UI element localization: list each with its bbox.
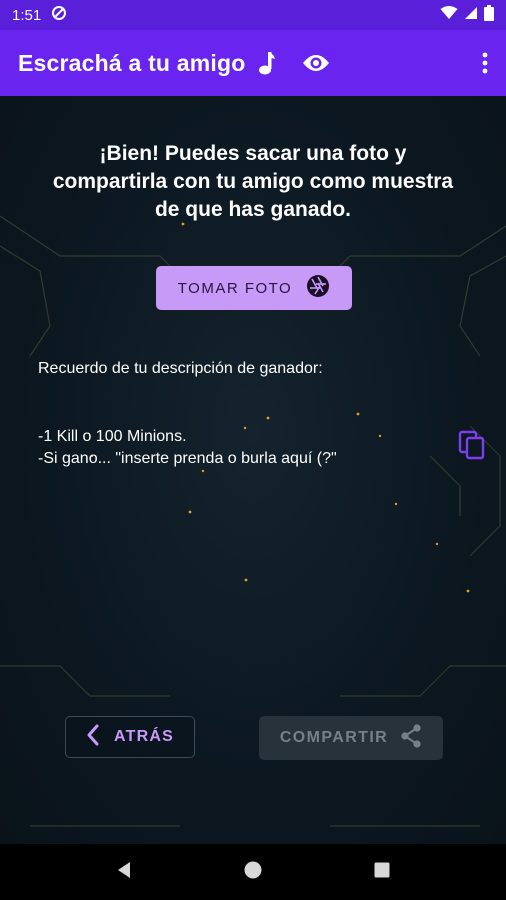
- status-time: 1:51: [12, 6, 42, 24]
- take-photo-button[interactable]: TOMAR FOTO: [156, 266, 352, 310]
- share-button[interactable]: COMPARTIR: [259, 716, 443, 760]
- nav-recents-icon[interactable]: [372, 860, 392, 885]
- chevron-left-icon: [86, 724, 100, 751]
- back-button[interactable]: ATRÁS: [65, 716, 195, 758]
- wifi-icon: [440, 6, 458, 24]
- app-bar: Escrachá a tu amigo: [0, 30, 506, 96]
- more-vert-icon[interactable]: [482, 52, 488, 74]
- share-label: COMPARTIR: [279, 729, 389, 746]
- description-line: -1 Kill o 100 Minions.: [38, 428, 187, 445]
- copy-icon[interactable]: [458, 430, 486, 465]
- app-title: Escrachá a tu amigo: [18, 49, 246, 76]
- winner-description: -1 Kill o 100 Minions. -Si gano... "inse…: [38, 426, 337, 470]
- status-bar: 1:51: [0, 0, 506, 30]
- signal-icon: [464, 6, 478, 24]
- music-icon[interactable]: [256, 50, 276, 76]
- data-saver-icon: [51, 5, 67, 25]
- description-line: -Si gano... "inserte prenda o burla aquí…: [38, 450, 337, 467]
- system-navigation-bar: [0, 844, 506, 900]
- winner-description-label: Recuerdo de tu descripción de ganador:: [38, 360, 323, 377]
- nav-back-icon[interactable]: [114, 860, 134, 885]
- camera-shutter-icon: [306, 274, 330, 302]
- nav-home-icon[interactable]: [243, 860, 263, 885]
- eye-icon[interactable]: [302, 53, 330, 73]
- battery-icon: [484, 5, 494, 25]
- headline: ¡Bien! Puedes sacar una foto y compartir…: [52, 142, 454, 221]
- share-icon: [400, 723, 422, 753]
- take-photo-label: TOMAR FOTO: [177, 279, 293, 297]
- main-content: ¡Bien! Puedes sacar una foto y compartir…: [0, 96, 506, 844]
- back-label: ATRÁS: [114, 728, 174, 745]
